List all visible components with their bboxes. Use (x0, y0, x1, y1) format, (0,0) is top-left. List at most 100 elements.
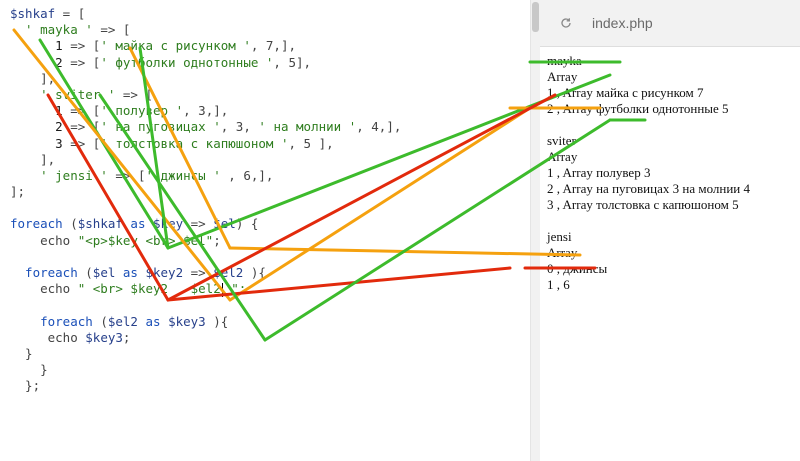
code-token: ; (213, 232, 221, 248)
code-token: $key3 (85, 329, 123, 345)
code-token: $key (153, 216, 184, 232)
code-token: foreach (10, 313, 93, 329)
code-token: }; (10, 378, 41, 394)
code-token: , 7,], (250, 38, 296, 54)
code-token: ]; (10, 184, 26, 200)
output-line: 1 , Array майка с рисунком 7 (547, 85, 704, 100)
code-token: => [ (115, 86, 153, 102)
code-line: 3 => [' толстовка с капюшоном ', 5 ], (10, 136, 401, 152)
text-caret (221, 282, 223, 297)
code-token: ' футболки однотонные ' (100, 54, 274, 70)
code-line: echo $key3; (10, 330, 401, 346)
code-token: 1 (10, 103, 63, 119)
code-token: ){ (243, 265, 266, 280)
code-token: $el2 (107, 313, 138, 329)
code-line: foreach ($el2 as $key3 ){ (10, 314, 401, 330)
code-token: , 5], (273, 54, 312, 70)
code-token: as (137, 313, 169, 329)
code-line: 1 => [' майка с рисунком ', 7,], (10, 38, 401, 54)
output-line: 1 , Array полувер 3 (547, 165, 651, 180)
code-token: ) { (235, 216, 259, 232)
output-line: 1 , 6 (547, 277, 570, 292)
code-token: $el (92, 265, 116, 280)
code-line: foreach ($el as $key2 => $el2 ){ (10, 265, 401, 281)
editor-scrollbar[interactable] (530, 0, 540, 461)
output-gap (547, 213, 750, 229)
scrollbar-thumb[interactable] (532, 2, 539, 32)
code-area[interactable]: $shkaf = [ ' mayka ' => [ 1 => [' майка … (10, 6, 401, 395)
code-token: echo (10, 281, 78, 297)
code-token: echo (10, 329, 86, 345)
code-line: } (10, 362, 401, 378)
code-line: 2 => [' футболки однотонные ', 5], (10, 55, 401, 71)
code-token: , 3,], (183, 103, 229, 119)
code-line: } (10, 346, 401, 362)
output-line: Array (547, 245, 578, 260)
code-token: = [ (55, 6, 86, 21)
code-token: => (183, 265, 214, 280)
code-token: ' полувер ' (100, 103, 184, 119)
code-token: as (122, 216, 154, 232)
output-line: sviter (547, 133, 576, 148)
code-line: ], (10, 152, 401, 168)
output-line: 2 , Array футболки однотонные 5 (547, 101, 729, 116)
code-token: ' sviter ' (10, 86, 116, 102)
code-token: , 4,], (356, 119, 402, 135)
code-token: => [ (62, 38, 101, 54)
code-token: => [ (92, 22, 131, 38)
code-token: , 5 ], (288, 135, 334, 151)
code-token: ' майка с рисунком ' (100, 38, 251, 54)
code-token: } (10, 362, 48, 378)
code-line: echo " <br> $key2 $el2 "; (10, 281, 401, 297)
code-token: $shkaf (77, 216, 123, 232)
code-token: foreach (10, 265, 78, 280)
output-line: Array (547, 69, 578, 84)
code-token: as (115, 265, 146, 280)
page-output: mayka Array 1 , Array майка с рисунком 72 … (547, 53, 750, 293)
code-line: 1 => [' полувер ', 3,], (10, 103, 401, 119)
code-line: ' sviter ' => [ (10, 87, 401, 103)
reload-icon[interactable] (560, 17, 572, 29)
code-token: 1 (10, 38, 63, 54)
code-line: foreach ($shkaf as $key => $el) { (10, 216, 401, 232)
code-line: }; (10, 378, 401, 394)
code-token: , 6,], (220, 167, 274, 183)
code-token: ){ (205, 313, 229, 329)
output-line: Array (547, 149, 578, 164)
output-line: 3 , Array толстовка с капюшоном 5 (547, 197, 739, 212)
code-token: 2 (10, 54, 63, 70)
output-line: mayka (547, 53, 582, 68)
code-token: ], (10, 70, 56, 86)
code-token: ], (10, 151, 56, 167)
code-line: ]; (10, 184, 401, 200)
code-editor[interactable]: $shkaf = [ ' mayka ' => [ 1 => [' майка … (0, 0, 530, 461)
code-line: echo "<p>$key <br> $el"; (10, 233, 401, 249)
code-token: foreach (10, 216, 63, 232)
code-token: => (183, 216, 214, 232)
code-token: " <br> $key2 $el2 (77, 281, 221, 297)
code-token: , 3, (220, 119, 259, 135)
code-token: ' толстовка с капюшоном ' (100, 135, 289, 151)
code-token: ( (77, 265, 93, 280)
code-token: => [ (107, 167, 146, 183)
code-token: ( (62, 216, 78, 232)
code-token: => [ (62, 103, 101, 119)
code-token: ' jensi ' (10, 167, 108, 183)
code-line: ' jensi ' => [' джинсы ' , 6,], (10, 168, 401, 184)
code-token: $key2 (145, 265, 184, 280)
tab-title[interactable]: index.php (592, 15, 653, 31)
browser-preview: index.php mayka Array 1 , Array майка с ри… (540, 0, 800, 461)
output-line: jensi (547, 229, 572, 244)
code-token: } (10, 345, 33, 361)
code-token: $shkaf (10, 6, 56, 21)
code-token: => [ (62, 54, 101, 70)
code-token: ' на пуговицах ' (100, 119, 221, 135)
code-token: "; (223, 281, 247, 297)
code-token: 2 (10, 119, 63, 135)
output-gap (547, 117, 750, 133)
output-line: 2 , Array на пуговицах 3 на молнии 4 (547, 181, 751, 196)
code-token: ' на молнии ' (258, 119, 357, 135)
output-line: 0 , джинсы (547, 261, 608, 276)
